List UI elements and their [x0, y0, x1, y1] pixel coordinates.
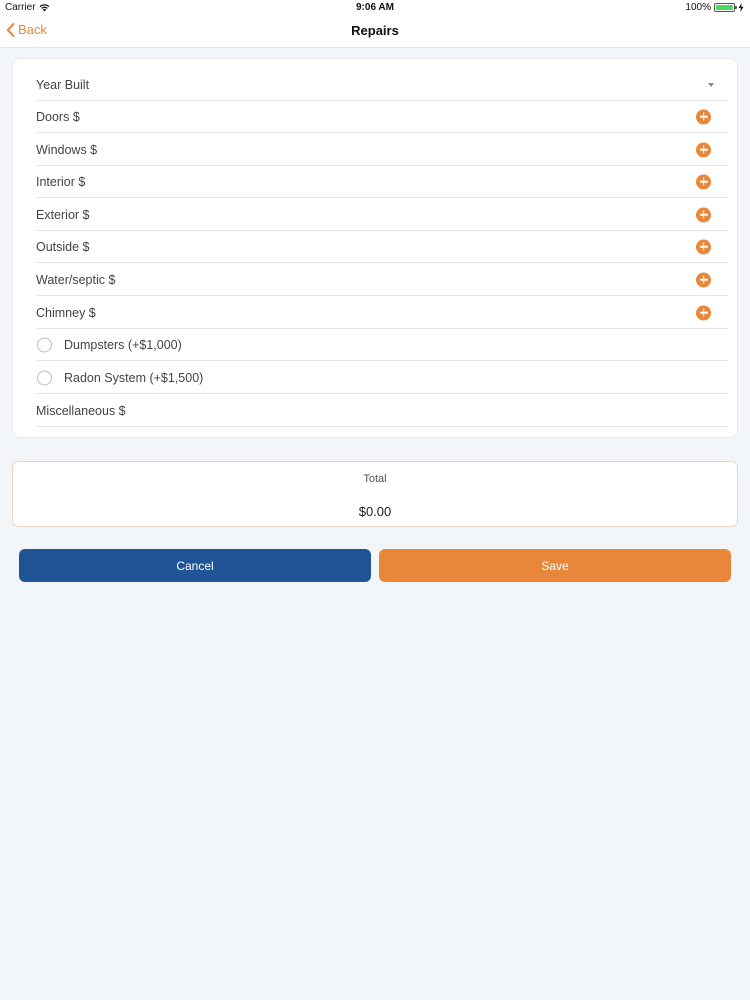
dumpsters-label: Dumpsters (+$1,000) [64, 337, 182, 352]
add-interior-icon[interactable] [696, 174, 711, 189]
doors-label: Doors $ [36, 109, 80, 124]
battery-percent: 100% [685, 2, 711, 13]
status-time: 9:06 AM [356, 2, 394, 13]
miscellaneous-row[interactable]: Miscellaneous $ [36, 395, 728, 427]
caret-down-icon [708, 82, 714, 87]
water-septic-label: Water/septic $ [36, 272, 116, 287]
dumpsters-option[interactable]: Dumpsters (+$1,000) [36, 329, 728, 361]
doors-row: Doors $ [36, 101, 728, 133]
year-built-dropdown[interactable]: Year Built [36, 69, 728, 101]
battery-icon [714, 3, 737, 12]
status-bar: Carrier 9:06 AM 100% [0, 0, 750, 16]
chimney-row: Chimney $ [36, 297, 728, 329]
add-exterior-icon[interactable] [696, 207, 711, 222]
total-card: Total $0.00 [12, 461, 738, 527]
add-chimney-icon[interactable] [696, 305, 711, 320]
interior-row: Interior $ [36, 166, 728, 198]
add-windows-icon[interactable] [696, 142, 711, 157]
save-button[interactable]: Save [379, 549, 731, 582]
nav-bar: Back Repairs [0, 16, 750, 48]
radon-system-option[interactable]: Radon System (+$1,500) [36, 362, 728, 394]
interior-label: Interior $ [36, 174, 86, 189]
add-doors-icon[interactable] [696, 109, 711, 124]
exterior-row: Exterior $ [36, 199, 728, 231]
chimney-label: Chimney $ [36, 305, 96, 320]
total-label: Total [363, 473, 387, 485]
outside-label: Outside $ [36, 239, 90, 254]
outside-row: Outside $ [36, 231, 728, 263]
total-value: $0.00 [358, 504, 392, 519]
windows-row: Windows $ [36, 134, 728, 166]
add-water-septic-icon[interactable] [696, 272, 711, 287]
radio-icon[interactable] [37, 370, 52, 385]
charging-icon [738, 3, 744, 12]
year-built-label: Year Built [36, 77, 90, 92]
windows-label: Windows $ [36, 142, 98, 157]
cancel-button[interactable]: Cancel [19, 549, 371, 582]
radio-icon[interactable] [37, 337, 52, 352]
exterior-label: Exterior $ [36, 207, 90, 222]
page-title: Repairs [351, 23, 399, 38]
miscellaneous-label: Miscellaneous $ [36, 403, 126, 418]
repairs-form: Year Built Doors $ Windows $ Interior $ … [12, 58, 738, 438]
water-septic-row: Water/septic $ [36, 264, 728, 296]
radon-system-label: Radon System (+$1,500) [64, 370, 204, 385]
add-outside-icon[interactable] [696, 239, 711, 254]
